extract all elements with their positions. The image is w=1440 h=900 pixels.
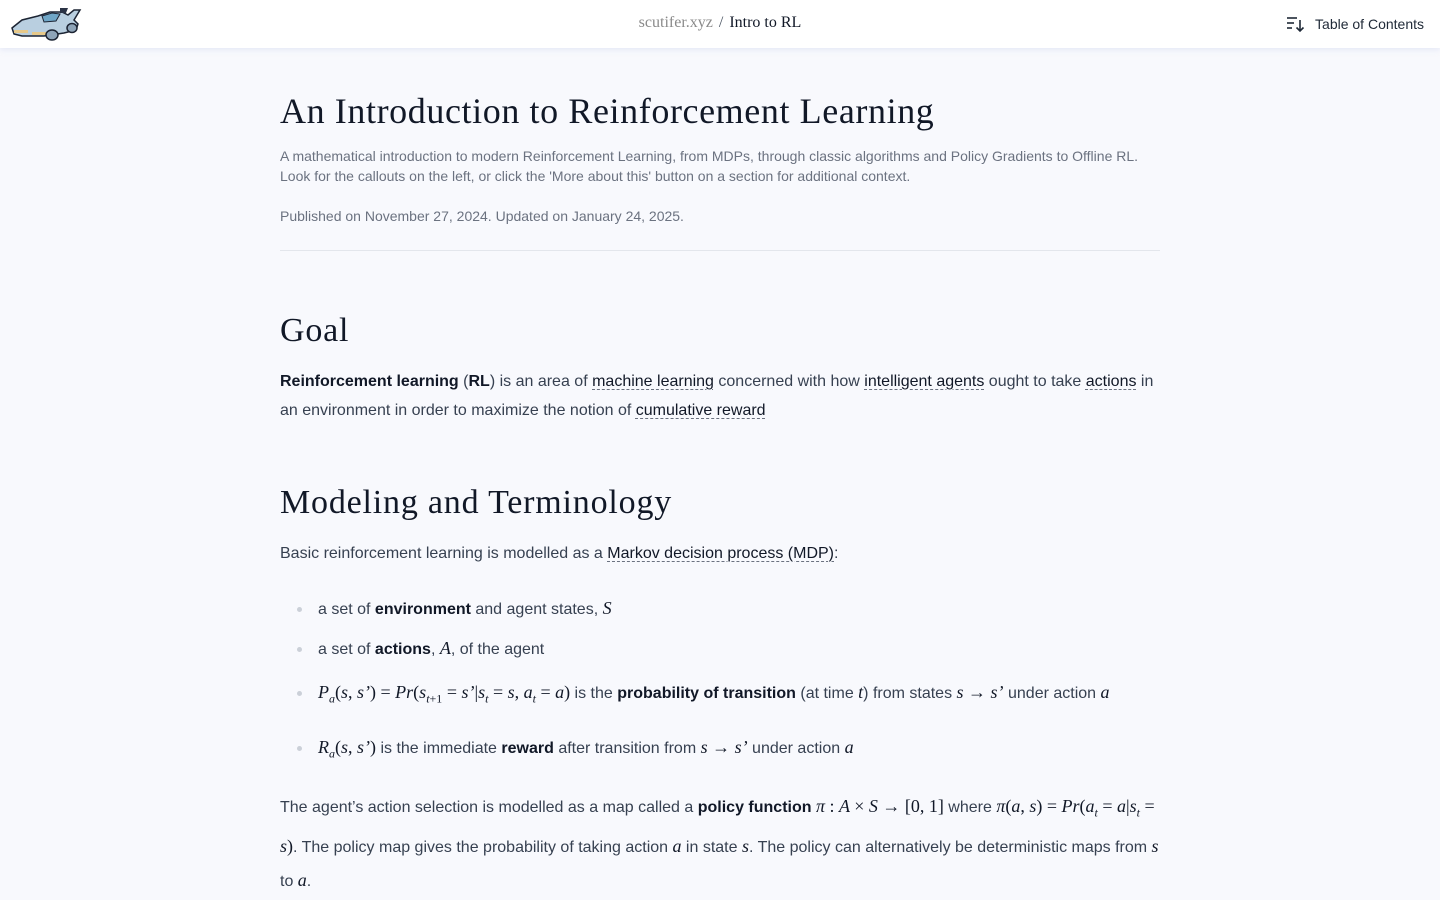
math-a: a (297, 869, 307, 890)
math-s-to-s-prime: s → s’ (956, 682, 1004, 702)
math-a: a (1100, 682, 1110, 702)
math-policy-signature: π : A × S → [0, 1] (815, 796, 944, 817)
link-mdp[interactable]: Markov decision process (MDP) (607, 545, 834, 562)
list-item-actions: a set of actions, A, of the agent (297, 634, 1160, 664)
text: after transition from (553, 739, 701, 757)
term-policy-function: policy function (697, 799, 812, 817)
mdp-definition-list: a set of environment and agent states, S… (280, 594, 1160, 768)
text: : (834, 545, 839, 562)
term-reinforcement-learning: Reinforcement learning (280, 373, 459, 390)
text: in state (681, 838, 742, 856)
table-of-contents-button[interactable]: Table of Contents (1285, 12, 1424, 36)
policy-paragraph: The agent’s action selection is modelled… (280, 790, 1160, 898)
text: Basic reinforcement learning is modelled… (280, 545, 608, 562)
link-machine-learning[interactable]: machine learning (592, 373, 714, 390)
text: ought to take (984, 373, 1086, 390)
breadcrumb-separator: / (718, 14, 724, 31)
math-s-to-s-prime: s → s’ (700, 736, 748, 757)
page-title: An Introduction to Reinforcement Learnin… (280, 91, 935, 131)
list-item-reward: Ra(s, s’) is the immediate reward after … (297, 733, 1160, 769)
published-date: Published on November 27, 2024. Updated … (280, 208, 684, 224)
text: to (280, 872, 298, 890)
term-reward: reward (501, 739, 554, 757)
subtitle-line-2: Look for the callouts on the left, or cl… (280, 168, 911, 184)
breadcrumb-home-link[interactable]: scutifer.xyz (639, 14, 713, 31)
text: is the (570, 685, 618, 702)
subtitle-line-1: A mathematical introduction to modern Re… (280, 148, 1139, 164)
math-a: a (844, 736, 854, 757)
sort-list-icon (1287, 17, 1305, 33)
text: a set of (318, 601, 375, 618)
breadcrumb-current-page: Intro to RL (729, 14, 802, 31)
text: a set of (318, 641, 375, 658)
link-cumulative-reward[interactable]: cumulative reward (636, 402, 766, 419)
text: under action (1003, 685, 1101, 702)
top-header: scutifer.xyz / Intro to RL Table of Cont… (0, 0, 1440, 48)
modeling-intro: Basic reinforcement learning is modelled… (280, 539, 1160, 568)
text: , (430, 641, 440, 658)
math-s: s (741, 835, 749, 856)
table-of-contents-label: Table of Contents (1315, 16, 1424, 32)
text: under action (747, 739, 845, 757)
link-actions[interactable]: actions (1086, 373, 1137, 390)
math-transition-probability: Pa(s, s’) = Pr(st+1 = s’|st = s, at = a) (318, 682, 571, 706)
text: . The policy can alternatively be determ… (748, 838, 1152, 856)
math-s: s (1151, 835, 1159, 856)
text: where (943, 799, 997, 817)
article: An Introduction to Reinforcement Learnin… (280, 88, 1160, 898)
math-A: A (439, 638, 451, 658)
term-actions: actions (374, 641, 431, 658)
section-heading-goal: Goal (280, 312, 350, 349)
text: ) is an area of (489, 373, 593, 390)
goal-paragraph: Reinforcement learning (RL) is an area o… (280, 367, 1160, 425)
list-item-states: a set of environment and agent states, S (297, 594, 1160, 624)
text: concerned with how (713, 373, 865, 390)
text: The agent’s action selection is modelled… (280, 799, 698, 817)
text: and agent states, (470, 601, 603, 618)
term-environment: environment (374, 601, 471, 618)
text: is the immediate (376, 739, 502, 757)
link-intelligent-agents[interactable]: intelligent agents (864, 373, 984, 390)
section-heading-modeling: Modeling and Terminology (280, 484, 673, 521)
header-divider (280, 250, 1160, 251)
text: . The policy map gives the probability o… (293, 838, 673, 856)
text: ) from states (863, 685, 957, 702)
term-probability-of-transition: probability of transition (617, 685, 796, 702)
text: . (306, 872, 312, 890)
math-reward-function: Ra(s, s’) (318, 736, 377, 761)
text: , of the agent (450, 641, 545, 658)
breadcrumb: scutifer.xyz / Intro to RL (0, 14, 1440, 32)
list-item-transition-probability: Pa(s, s’) = Pr(st+1 = s’|st = s, at = a)… (297, 678, 1160, 714)
math-S: S (602, 598, 612, 618)
article-subtitle: A mathematical introduction to modern Re… (280, 146, 1160, 186)
text: (at time (795, 685, 859, 702)
term-rl: RL (468, 373, 490, 390)
